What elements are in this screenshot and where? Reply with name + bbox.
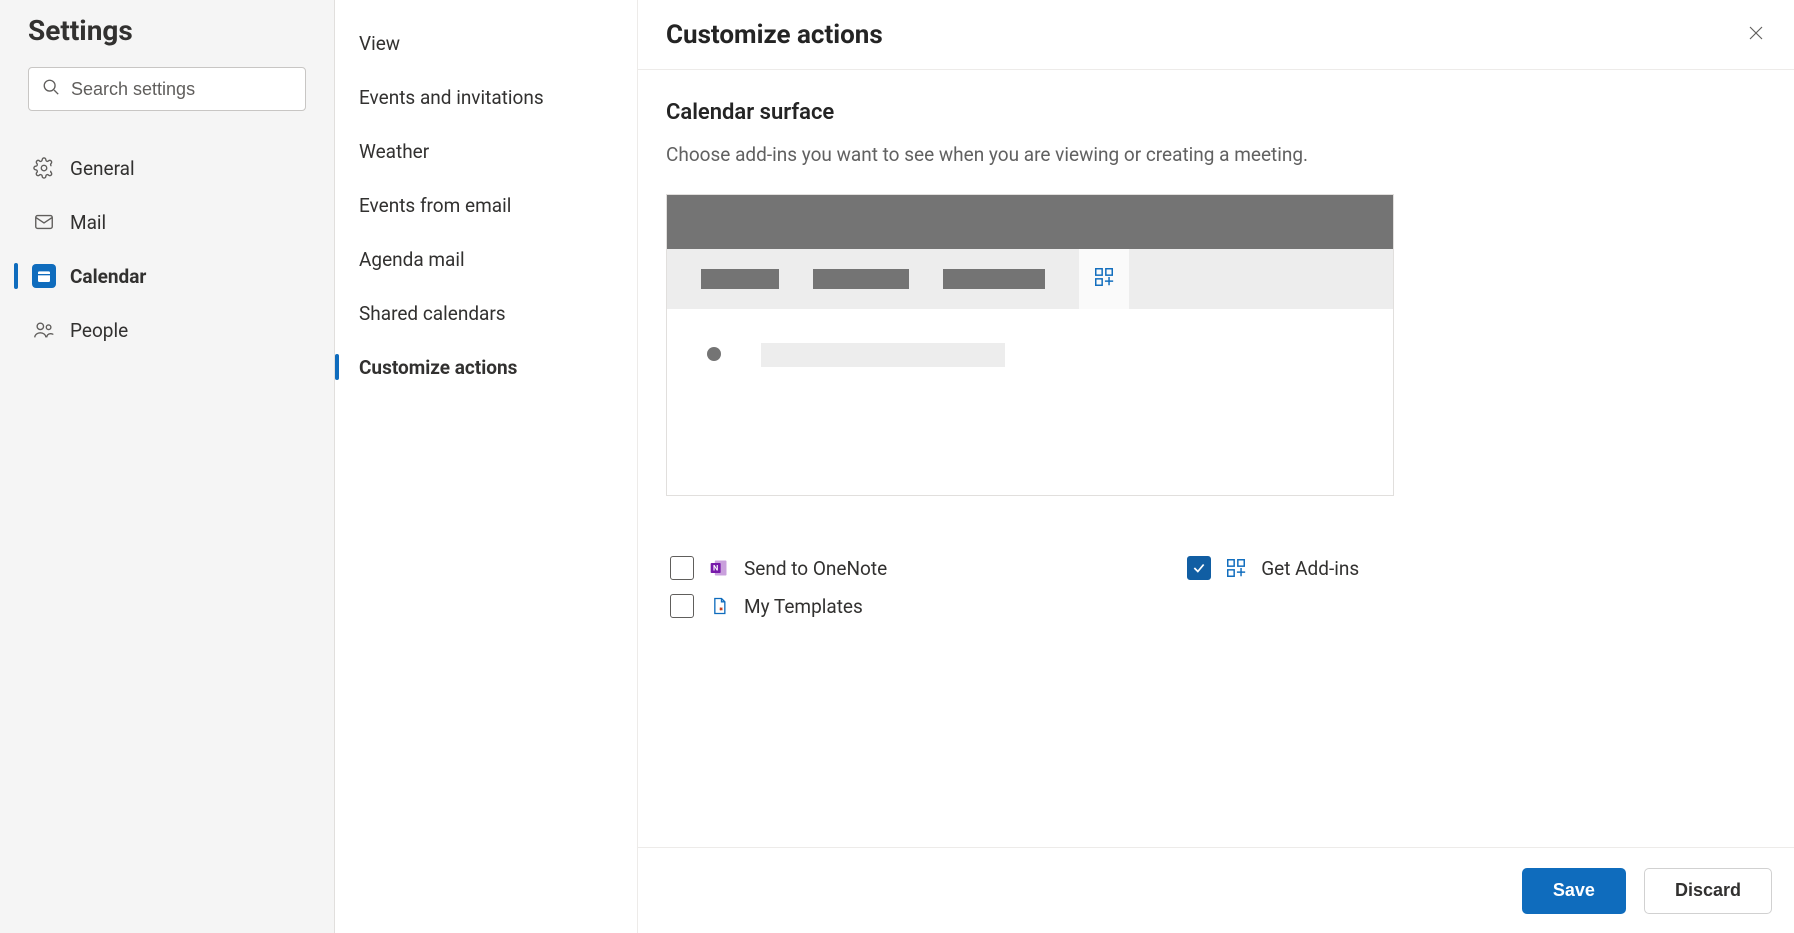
category-item-calendar[interactable]: Calendar [16, 249, 306, 303]
addins-checkbox-group: N Send to OneNote My Templates [666, 556, 1766, 618]
content-header: Customize actions [638, 0, 1794, 70]
section-description: Choose add-ins you want to see when you … [666, 143, 1766, 166]
submenu-label: Customize actions [359, 356, 517, 379]
addins-column-left: N Send to OneNote My Templates [670, 556, 887, 618]
checkbox-box [1187, 556, 1211, 580]
toolbar-placeholder-block [813, 269, 909, 289]
submenu-item-weather[interactable]: Weather [335, 124, 637, 178]
checkbox-box [670, 556, 694, 580]
content-body: Calendar surface Choose add-ins you want… [638, 70, 1794, 847]
submenu-label: Events from email [359, 194, 511, 217]
submenu-label: View [359, 32, 400, 55]
settings-submenu: View Events and invitations Weather Even… [335, 0, 638, 933]
close-icon [1747, 24, 1765, 45]
search-field-wrap [28, 67, 306, 111]
toolbar-placeholder-block [943, 269, 1045, 289]
calendar-icon [32, 264, 56, 288]
gear-icon [32, 156, 56, 180]
submenu-item-customize-actions[interactable]: Customize actions [335, 340, 637, 394]
apps-grid-icon [1093, 266, 1115, 292]
submenu-item-agenda-mail[interactable]: Agenda mail [335, 232, 637, 286]
category-label: People [70, 319, 128, 342]
submenu-item-view[interactable]: View [335, 16, 637, 70]
submenu-item-events-invitations[interactable]: Events and invitations [335, 70, 637, 124]
onenote-icon: N [708, 557, 730, 579]
settings-dialog: Settings General Mail [0, 0, 1794, 933]
settings-content: Customize actions Calendar surface Choos… [638, 0, 1794, 933]
addin-label: My Templates [744, 595, 863, 618]
addin-label: Send to OneNote [744, 557, 887, 580]
addin-checkbox-getaddins[interactable]: Get Add-ins [1187, 556, 1359, 580]
toolbar-placeholder-block [701, 269, 779, 289]
section-title: Calendar surface [666, 100, 1766, 125]
people-icon [32, 318, 56, 342]
category-list: General Mail Calendar People [16, 141, 306, 357]
addin-label: Get Add-ins [1261, 557, 1359, 580]
templates-icon [708, 595, 730, 617]
checkbox-box [670, 594, 694, 618]
submenu-label: Weather [359, 140, 429, 163]
settings-title: Settings [28, 14, 306, 47]
content-footer: Save Discard [638, 847, 1794, 933]
preview-header-placeholder [667, 195, 1393, 249]
category-label: Mail [70, 211, 106, 234]
preview-body-placeholder [667, 309, 1393, 495]
submenu-label: Events and invitations [359, 86, 544, 109]
category-item-general[interactable]: General [16, 141, 306, 195]
close-button[interactable] [1740, 19, 1772, 51]
submenu-label: Agenda mail [359, 248, 465, 271]
discard-button[interactable]: Discard [1644, 868, 1772, 914]
category-label: Calendar [70, 265, 146, 288]
addin-checkbox-onenote[interactable]: N Send to OneNote [670, 556, 887, 580]
preview-addin-tile [1079, 249, 1129, 309]
search-input[interactable] [28, 67, 306, 111]
calendar-surface-preview [666, 194, 1394, 496]
settings-sidebar: Settings General Mail [0, 0, 335, 933]
category-label: General [70, 157, 135, 180]
addin-checkbox-templates[interactable]: My Templates [670, 594, 887, 618]
page-title: Customize actions [666, 20, 883, 50]
search-icon [42, 78, 60, 100]
category-item-mail[interactable]: Mail [16, 195, 306, 249]
mail-icon [32, 210, 56, 234]
apps-grid-icon [1225, 557, 1247, 579]
submenu-label: Shared calendars [359, 302, 506, 325]
preview-toolbar-placeholder [667, 249, 1393, 309]
preview-bullet-placeholder [707, 347, 721, 361]
category-item-people[interactable]: People [16, 303, 306, 357]
svg-text:N: N [713, 564, 718, 573]
preview-text-placeholder [761, 343, 1005, 367]
submenu-list: View Events and invitations Weather Even… [335, 16, 637, 394]
submenu-item-shared-calendars[interactable]: Shared calendars [335, 286, 637, 340]
submenu-item-events-email[interactable]: Events from email [335, 178, 637, 232]
save-button[interactable]: Save [1522, 868, 1626, 914]
addins-column-right: Get Add-ins [1187, 556, 1359, 618]
